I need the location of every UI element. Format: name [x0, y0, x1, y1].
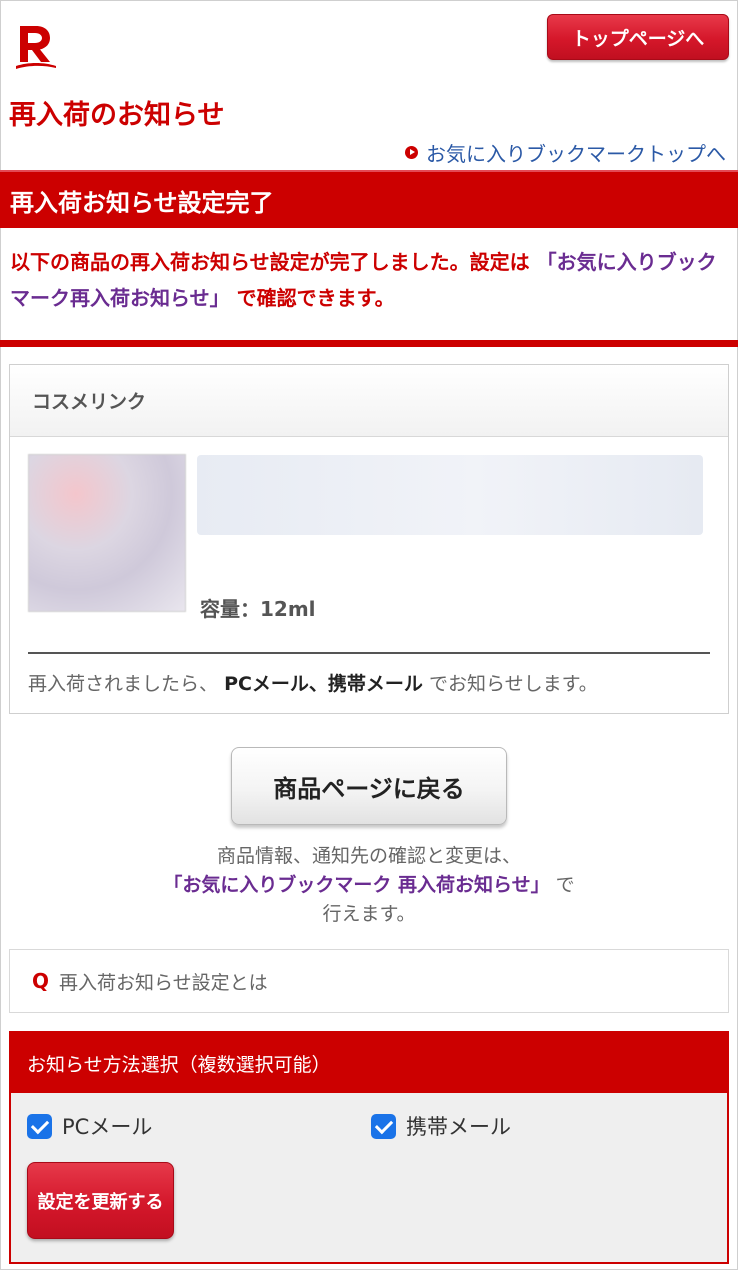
rakuten-r-logo-icon[interactable]	[14, 22, 58, 72]
pc-mail-checkbox[interactable]: PCメール	[27, 1111, 152, 1141]
bookmark-top-link[interactable]: お気に入りブックマークトップへ	[405, 138, 726, 167]
completion-notice: 以下の商品の再入荷お知らせ設定が完了しました。設定は 「お気に入りブックマーク再…	[10, 244, 730, 316]
item-card: コスメリンク 容量：12ml 再入荷されましたら、 PCメール、携帯メール でお…	[9, 364, 729, 714]
info-line-3: 行えます。	[322, 903, 416, 925]
bookmark-top-link-label: お気に入りブックマークトップへ	[426, 142, 726, 166]
product-capacity: 容量：12ml	[200, 597, 316, 621]
info-line-2-suffix: で	[555, 874, 575, 896]
notice-text-2: で確認できます。	[236, 286, 395, 310]
section-divider	[0, 340, 738, 347]
notice-text-1: 以下の商品の再入荷お知らせ設定が完了しました。設定は	[10, 250, 530, 274]
info-bookmark-link[interactable]: 「お気に入りブックマーク 再入荷お知らせ」	[163, 874, 549, 896]
notify-method-heading: お知らせ方法選択（複数選択可能）	[11, 1033, 727, 1093]
notify-method-panel: お知らせ方法選択（複数選択可能） PCメール 携帯メール 設定を更新する	[9, 1031, 729, 1264]
notify-suffix: でお知らせします。	[428, 673, 598, 695]
question-icon: Q	[32, 969, 50, 993]
mobile-mail-checkbox[interactable]: 携帯メール	[371, 1111, 511, 1141]
page-title: 再入荷のお知らせ	[9, 100, 225, 131]
product-title-blurred[interactable]	[197, 455, 703, 535]
arrow-bullet-icon	[405, 146, 418, 159]
top-page-button[interactable]: トップページへ	[547, 14, 729, 60]
checkbox-checked-icon[interactable]	[371, 1113, 396, 1139]
item-divider	[28, 652, 710, 654]
info-line-1: 商品情報、通知先の確認と変更は、	[216, 845, 521, 867]
notify-message: 再入荷されましたら、 PCメール、携帯メール でお知らせします。	[28, 669, 598, 696]
notify-prefix: 再入荷されましたら、	[28, 673, 219, 695]
complete-banner: 再入荷お知らせ設定完了	[0, 170, 738, 228]
settings-info: 商品情報、通知先の確認と変更は、 「お気に入りブックマーク 再入荷お知らせ」 で…	[0, 842, 738, 929]
mobile-mail-label: 携帯メール	[406, 1115, 511, 1139]
back-to-product-button[interactable]: 商品ページに戻る	[231, 747, 507, 825]
pc-mail-label: PCメール	[62, 1115, 153, 1139]
shop-name[interactable]: コスメリンク	[10, 365, 728, 437]
notify-methods: PCメール、携帯メール	[224, 673, 423, 695]
checkbox-checked-icon[interactable]	[27, 1113, 52, 1139]
faq-label: 再入荷お知らせ設定とは	[59, 971, 268, 994]
update-settings-button[interactable]: 設定を更新する	[27, 1162, 174, 1239]
faq-restock-setting[interactable]: Q 再入荷お知らせ設定とは	[9, 949, 729, 1013]
product-image[interactable]	[28, 454, 186, 612]
